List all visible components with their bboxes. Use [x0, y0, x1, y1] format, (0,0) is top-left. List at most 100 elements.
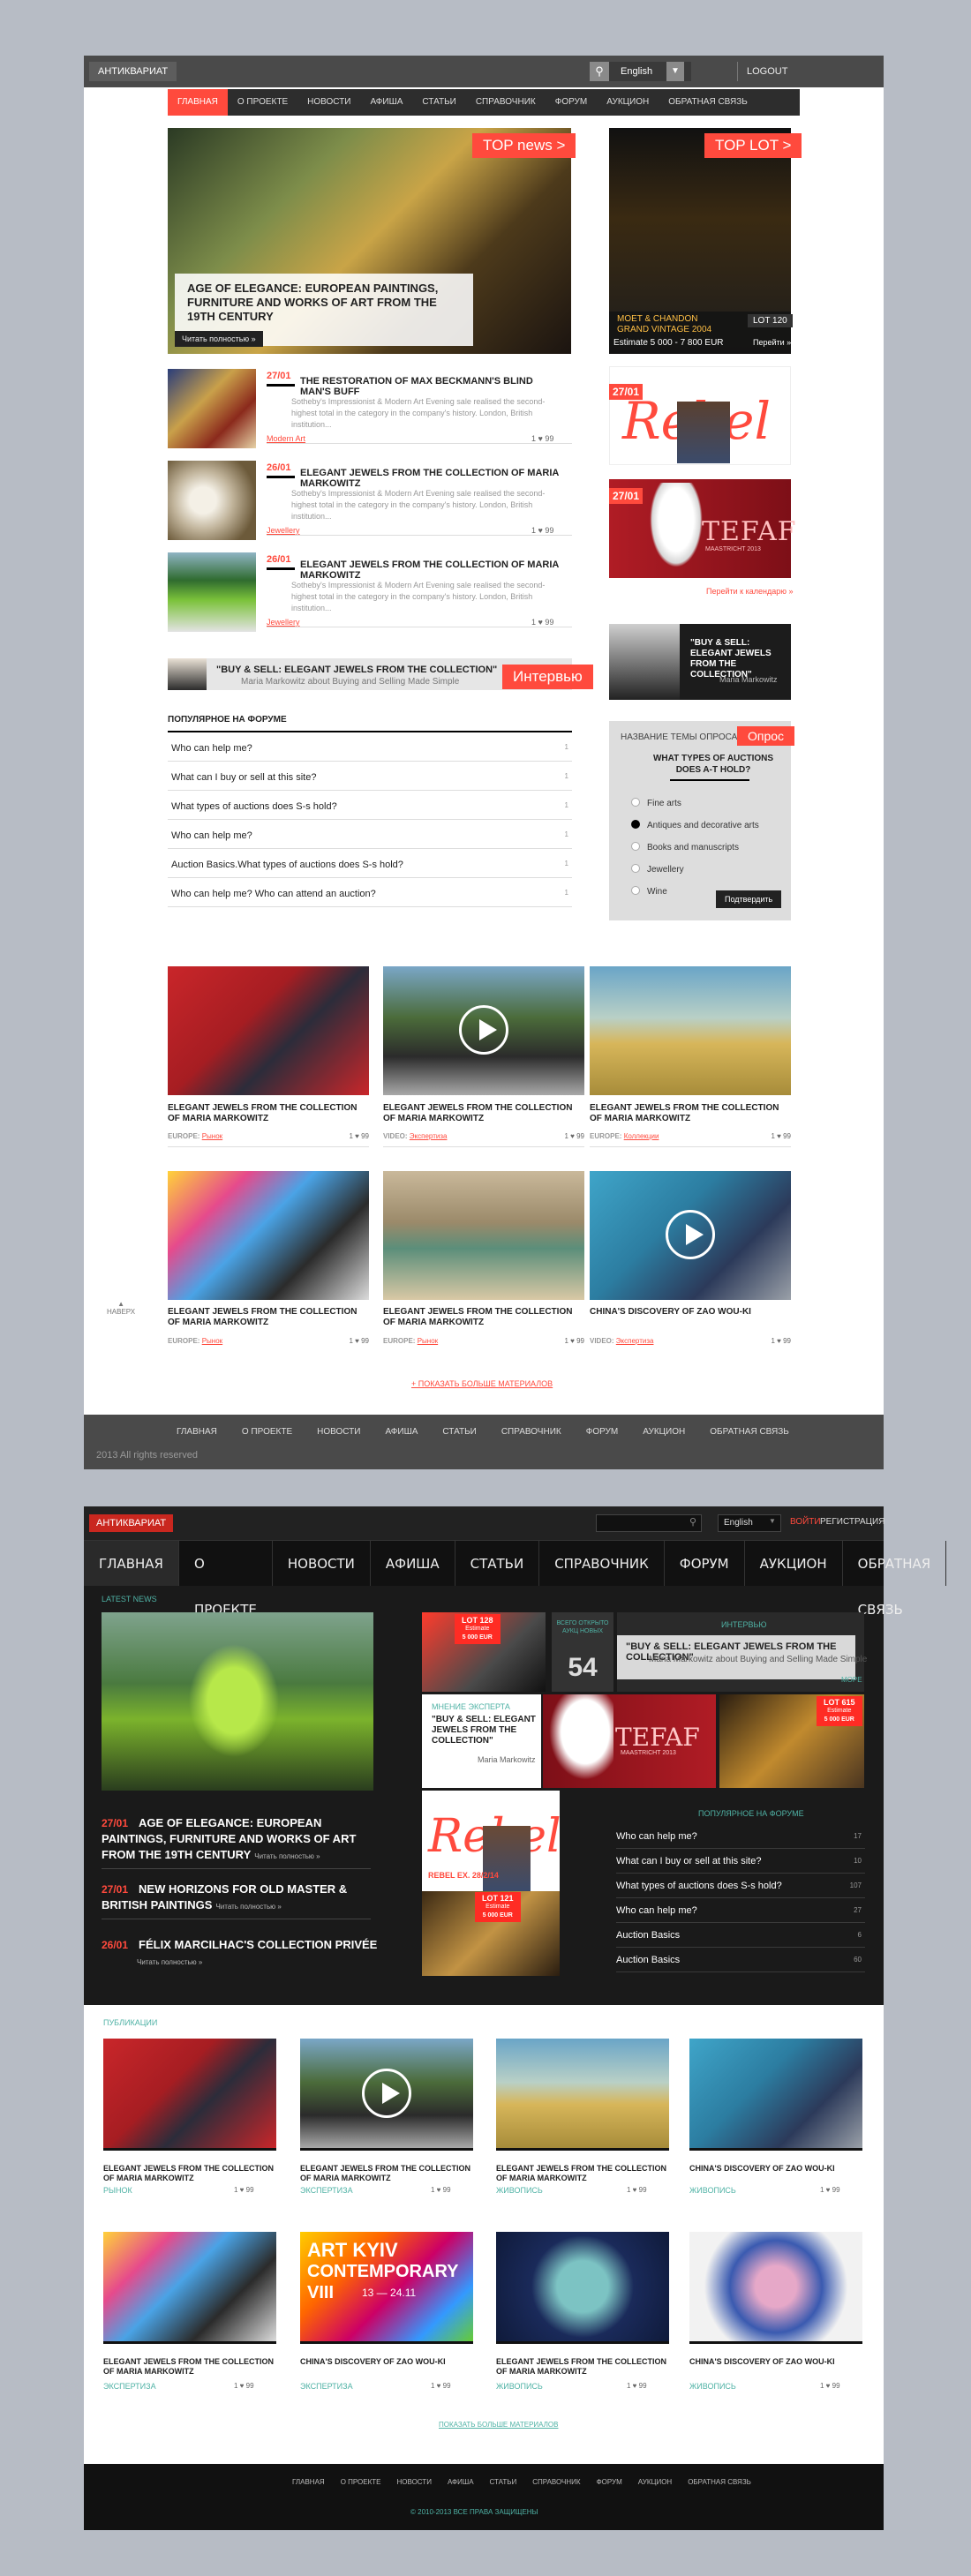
- footer-nav-item[interactable]: СПРАВОЧНИК: [532, 2478, 580, 2486]
- list-item[interactable]: 27/01 AGE OF ELEGANCE: EUROPEAN PAINTINGS…: [102, 1815, 384, 1869]
- footer-nav-item[interactable]: СПРАВОЧНИК: [501, 1427, 561, 1437]
- list-item[interactable]: 27/01 NEW HORIZONS FOR OLD MASTER & BRITI…: [102, 1881, 384, 1919]
- news-title[interactable]: ELEGANT JEWELS FROM THE COLLECTION OF MA…: [300, 468, 565, 489]
- nav-item[interactable]: СТАТЬИ: [455, 1541, 540, 1586]
- forum-item[interactable]: Auction Basics 6: [616, 1925, 865, 1948]
- poll-option[interactable]: Books and manuscripts: [631, 842, 739, 852]
- article-category[interactable]: VIDEO: Экспертиза: [383, 1132, 447, 1140]
- article-category[interactable]: ЖИВОПИСЬ: [496, 2382, 543, 2391]
- article-image[interactable]: [689, 2039, 862, 2148]
- forum-item[interactable]: Auction Basics 60: [616, 1949, 865, 1972]
- article-category[interactable]: EUROPE: Коллекции: [590, 1132, 659, 1140]
- footer-nav-item[interactable]: СТАТЬИ: [490, 2478, 517, 2486]
- article-category[interactable]: ЖИВОПИСЬ: [689, 2382, 736, 2391]
- article-title[interactable]: ELEGANT JEWELS FROM THE COLLECTION OF MA…: [300, 2164, 473, 2183]
- category-link[interactable]: Экспертиза: [616, 1337, 654, 1345]
- read-more-link[interactable]: Читать полностью »: [175, 331, 263, 347]
- interview-more-link[interactable]: МОРЕ: [841, 1676, 862, 1684]
- article-title[interactable]: ELEGANT JEWELS FROM THE COLLECTION OF MA…: [383, 1307, 584, 1328]
- nav-item[interactable]: ОБРАТНАЯ СВЯЗЬ: [843, 1541, 947, 1618]
- footer-nav-item[interactable]: АФИША: [448, 2478, 474, 2486]
- article-image[interactable]: [383, 966, 584, 1095]
- article-image[interactable]: [383, 1171, 584, 1300]
- read-more-link[interactable]: Читать полностью »: [137, 1958, 202, 1966]
- forum-item[interactable]: What can I buy or sell at this site? 1: [168, 762, 572, 791]
- news-thumbnail[interactable]: [168, 552, 256, 632]
- article-title[interactable]: CHINA'S DISCOVERY OF ZAO WOU-KI: [300, 2357, 473, 2367]
- interview-badge[interactable]: Интервью: [502, 665, 593, 689]
- article-image[interactable]: [168, 1171, 369, 1300]
- article-image[interactable]: [103, 2039, 276, 2148]
- expert-title[interactable]: "BUY & SELL: ELEGANT JEWELS FROM THE COL…: [690, 638, 787, 680]
- login-link[interactable]: ВОЙТИ: [790, 1517, 821, 1527]
- top-news-badge[interactable]: TOP news >: [472, 133, 576, 158]
- nav-item[interactable]: СПРАВОЧНИК: [539, 1541, 665, 1586]
- read-more-link[interactable]: Читать полностью »: [215, 1903, 281, 1911]
- footer-nav-item[interactable]: О ПРОЕКТЕ: [242, 1427, 292, 1437]
- category-link[interactable]: Рынок: [202, 1337, 222, 1345]
- news-thumbnail[interactable]: [168, 461, 256, 540]
- forum-item[interactable]: What types of auctions does S-s hold? 1: [168, 791, 572, 820]
- site-logo[interactable]: АНТИКВАРИАТ: [89, 62, 177, 81]
- footer-nav-item[interactable]: АУКЦИОН: [638, 2478, 672, 2486]
- list-item[interactable]: 26/01 ELEGANT JEWELS FROM THE COLLECTION…: [168, 461, 572, 542]
- register-link[interactable]: РЕГИСТРАЦИЯ: [820, 1517, 884, 1527]
- poll-option[interactable]: Wine: [631, 886, 667, 897]
- radio-button[interactable]: [631, 886, 640, 895]
- play-icon[interactable]: [362, 2069, 411, 2118]
- list-item[interactable]: 26/01 FÉLIX MARCILHAC'S COLLECTION PRIVÉE…: [102, 1937, 384, 1969]
- nav-item[interactable]: НОВОСТИ: [297, 89, 360, 116]
- forum-item[interactable]: Auction Basics.What types of auctions do…: [168, 849, 572, 878]
- news-category[interactable]: Modern Art: [267, 434, 305, 443]
- poll-option[interactable]: Fine arts: [631, 798, 681, 808]
- nav-item[interactable]: НОВОСТИ: [273, 1541, 371, 1586]
- footer-nav-item[interactable]: СТАТЬИ: [442, 1427, 476, 1437]
- article-image[interactable]: [590, 1171, 791, 1300]
- forum-item[interactable]: Who can help me? Who can attend an aucti…: [168, 878, 572, 907]
- forum-question[interactable]: Who can help me?: [171, 743, 252, 754]
- article-category[interactable]: РЫНОК: [103, 2186, 132, 2195]
- chevron-up-icon[interactable]: ▲: [107, 1300, 135, 1308]
- nav-item[interactable]: ГЛАВНАЯ: [168, 89, 228, 116]
- chevron-down-icon[interactable]: ▼: [769, 1517, 776, 1525]
- footer-nav-item[interactable]: АУКЦИОН: [643, 1427, 685, 1437]
- news-category[interactable]: Jewellery: [267, 526, 300, 535]
- news-thumbnail[interactable]: [168, 369, 256, 448]
- article-category[interactable]: ЖИВОПИСЬ: [689, 2186, 736, 2195]
- interview-title[interactable]: "BUY & SELL: ELEGANT JEWELS FROM THE COL…: [216, 665, 497, 675]
- article-category[interactable]: EUROPE: Рынок: [168, 1132, 222, 1140]
- article-title[interactable]: ELEGANT JEWELS FROM THE COLLECTION OF MA…: [496, 2164, 669, 2183]
- news-category[interactable]: Jewellery: [267, 618, 300, 627]
- forum-question[interactable]: Auction Basics: [616, 1955, 680, 1965]
- nav-item[interactable]: ГЛАВНАЯ: [84, 1541, 179, 1586]
- forum-question[interactable]: What can I buy or sell at this site?: [616, 1856, 761, 1866]
- footer-nav-item[interactable]: ФОРУМ: [597, 2478, 622, 2486]
- nav-item[interactable]: О ПРОЕКТЕ: [179, 1541, 273, 1618]
- article-image[interactable]: [689, 2232, 862, 2341]
- article-image[interactable]: [496, 2232, 669, 2341]
- nav-item[interactable]: ОБРАТНАЯ СВЯЗЬ: [659, 89, 757, 116]
- article-title[interactable]: ELEGANT JEWELS FROM THE COLLECTION OF MA…: [103, 2164, 276, 2183]
- footer-nav-item[interactable]: АФИША: [385, 1427, 418, 1437]
- nav-item[interactable]: СПРАВОЧНИК: [466, 89, 546, 116]
- radio-button[interactable]: [631, 842, 640, 851]
- nav-item[interactable]: ФОРУМ: [665, 1541, 745, 1586]
- forum-question[interactable]: What can I buy or sell at this site?: [171, 772, 316, 783]
- forum-question[interactable]: Who can help me? Who can attend an aucti…: [171, 889, 376, 899]
- site-logo[interactable]: АНТИКВАРИАТ: [89, 1514, 174, 1532]
- article-title[interactable]: ELEGANT JEWELS FROM THE COLLECTION OF MA…: [168, 1103, 369, 1124]
- forum-question[interactable]: Who can help me?: [616, 1831, 697, 1842]
- article-title[interactable]: ELEGANT JEWELS FROM THE COLLECTION OF MA…: [496, 2357, 669, 2377]
- article-title[interactable]: ELEGANT JEWELS FROM THE COLLECTION OF MA…: [103, 2357, 276, 2377]
- footer-nav-item[interactable]: ГЛАВНАЯ: [292, 2478, 325, 2486]
- expert-title[interactable]: "BUY & SELL: ELEGANT JEWELS FROM THE COL…: [432, 1715, 538, 1746]
- back-to-top[interactable]: ▲ НАВЕРХ: [107, 1300, 135, 1316]
- article-title[interactable]: CHINA'S DISCOVERY OF ZAO WOU-KI: [590, 1307, 791, 1318]
- forum-question[interactable]: Auction Basics: [616, 1930, 680, 1941]
- footer-nav-item[interactable]: ФОРУМ: [586, 1427, 619, 1437]
- article-title[interactable]: CHINA'S DISCOVERY OF ZAO WOU-KI: [689, 2164, 862, 2174]
- nav-item[interactable]: АУКЦИОН: [597, 89, 659, 116]
- search-icon[interactable]: ⚲: [689, 1516, 696, 1528]
- article-category[interactable]: EUROPE: Рынок: [383, 1337, 438, 1345]
- read-more-link[interactable]: Читать полностью »: [254, 1852, 320, 1860]
